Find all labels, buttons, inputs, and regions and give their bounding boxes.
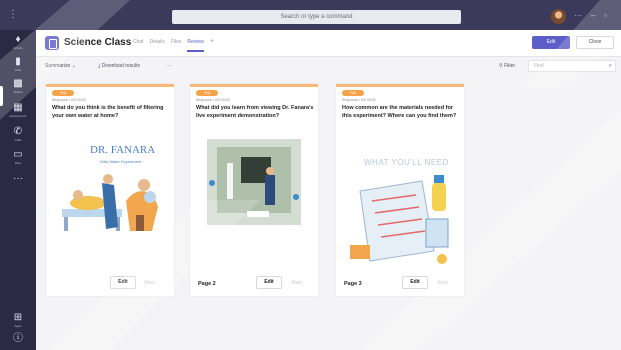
- download-label: Download results: [101, 63, 140, 69]
- card-edit-button[interactable]: Edit: [110, 276, 136, 289]
- status-badge: Poll: [196, 90, 218, 96]
- title-bar: ⋮ Search or type a command ··· – ▫: [0, 0, 621, 30]
- help-icon: ⓘ: [13, 333, 23, 344]
- avatar[interactable]: [551, 9, 566, 24]
- filter-label: Filter: [504, 63, 516, 69]
- more-options-button[interactable]: ···: [166, 63, 171, 69]
- slide-card[interactable]: Poll Response • 0/0 00:00 How common are…: [336, 84, 464, 296]
- card-meta: Response • 0/0 00:00: [342, 98, 376, 102]
- card-edit-button[interactable]: Edit: [402, 276, 428, 289]
- page-label: Page 2: [198, 281, 216, 287]
- card-question: How common are the materials needed for …: [342, 105, 457, 119]
- card-question: What do you think is the benefit of filt…: [52, 105, 164, 119]
- card-edit-button[interactable]: Edit: [256, 276, 282, 289]
- close-button[interactable]: Close: [576, 36, 614, 49]
- card-meta: Response • 0/0 00:00: [52, 98, 86, 102]
- filter-icon: ⚲: [499, 63, 503, 69]
- apps-icon: ⊞: [13, 312, 23, 323]
- card-question: What did you learn from viewing Dr. Fana…: [196, 105, 314, 119]
- rail-item-teams[interactable]: ▩ Teams: [0, 78, 27, 106]
- toolbar: Summarize ⌄ ⤓ Download results ··· ⚲ Fil…: [36, 57, 621, 77]
- app-rail: ♦ Activity ▮ Chat ▩ Teams ▦ Assignments …: [0, 30, 36, 350]
- card-meta: Response • 0/0 00:00: [196, 98, 230, 102]
- add-tab-icon[interactable]: +: [210, 38, 214, 45]
- tab-review[interactable]: Review: [187, 39, 205, 52]
- status-badge: Poll: [52, 90, 74, 96]
- materials-illustration: WHAT YOU'LL NEED: [342, 155, 458, 271]
- search-icon: ⌕: [608, 63, 612, 69]
- sort-label: Summarize: [45, 63, 71, 69]
- rail-label: Files: [14, 161, 22, 165]
- tab-files[interactable]: Files: [171, 39, 182, 45]
- chevron-down-icon: ⌄: [71, 63, 76, 69]
- slide-card[interactable]: Poll Response • 0/0 00:00 What do you th…: [46, 84, 174, 296]
- assignments-icon: ▦: [13, 102, 23, 113]
- find-placeholder: Find: [534, 63, 544, 69]
- brand-title: DR. FANARA: [90, 144, 155, 156]
- rail-item-assignments[interactable]: ▦ Assignments: [9, 102, 27, 124]
- more-options-icon[interactable]: ···: [574, 11, 582, 20]
- experiment-video-still: [207, 139, 301, 225]
- page-label: Page 3: [344, 281, 362, 287]
- rail-label: Apps: [14, 324, 22, 328]
- main-area: Science Class Chat Details Files Review …: [36, 30, 621, 350]
- slide-card[interactable]: Poll Response • 0/0 00:00 What did you l…: [190, 84, 318, 296]
- tab-details[interactable]: Details: [150, 39, 165, 45]
- sort-dropdown[interactable]: Summarize ⌄: [45, 63, 76, 69]
- rail-item-files[interactable]: ▭ Files: [9, 149, 27, 171]
- search-input[interactable]: Search or type a command: [172, 10, 461, 24]
- class-icon: [45, 36, 59, 50]
- tab-chat[interactable]: Chat: [133, 39, 144, 45]
- rail-item-calls[interactable]: ✆ Calls: [9, 126, 27, 148]
- chat-icon: ▮: [15, 56, 21, 67]
- rail-item-chat[interactable]: ▮ Chat: [9, 56, 27, 78]
- rail-selection-indicator: [0, 86, 3, 106]
- teams-icon: ▩: [13, 78, 23, 89]
- rail-item-apps[interactable]: ⊞ Apps: [9, 312, 27, 334]
- app-launcher-icon[interactable]: ⋮: [8, 10, 18, 20]
- card-view-button[interactable]: View: [437, 280, 448, 286]
- materials-heading: WHAT YOU'LL NEED: [364, 158, 449, 167]
- filter-button[interactable]: ⚲ Filter: [499, 63, 515, 69]
- dr-fanara-illustration: DR. FANARA Dirty Water Experiment: [52, 135, 168, 267]
- files-icon: ▭: [13, 149, 23, 160]
- rail-item-help[interactable]: ⓘ: [9, 333, 27, 350]
- rail-item-more[interactable]: ···: [9, 173, 27, 195]
- rail-label: Assignments: [9, 114, 27, 118]
- minimize-icon[interactable]: –: [591, 11, 595, 20]
- calls-icon: ✆: [13, 126, 23, 137]
- brand-subtitle: Dirty Water Experiment: [100, 159, 142, 164]
- tab-strip: Chat Details Files Review +: [133, 38, 214, 52]
- more-icon: ···: [13, 173, 23, 184]
- download-results-button[interactable]: ⤓ Download results: [98, 63, 140, 69]
- edit-button[interactable]: Edit: [532, 36, 570, 49]
- rail-item-activity[interactable]: ♦ Activity: [9, 34, 27, 56]
- bell-icon: ♦: [15, 34, 21, 45]
- rail-label: Teams: [13, 90, 23, 94]
- page-title: Science Class: [64, 37, 132, 48]
- find-input[interactable]: Find ⌕: [528, 60, 616, 72]
- rail-label: Chat: [14, 68, 22, 72]
- rail-label: Calls: [14, 138, 22, 142]
- rail-label: Activity: [13, 46, 23, 50]
- card-view-button[interactable]: View: [144, 280, 155, 286]
- maximize-icon[interactable]: ▫: [604, 11, 607, 20]
- channel-header: Science Class Chat Details Files Review …: [36, 30, 621, 57]
- download-icon: ⤓: [98, 63, 101, 69]
- status-badge: Poll: [342, 90, 364, 96]
- card-view-button[interactable]: View: [291, 280, 302, 286]
